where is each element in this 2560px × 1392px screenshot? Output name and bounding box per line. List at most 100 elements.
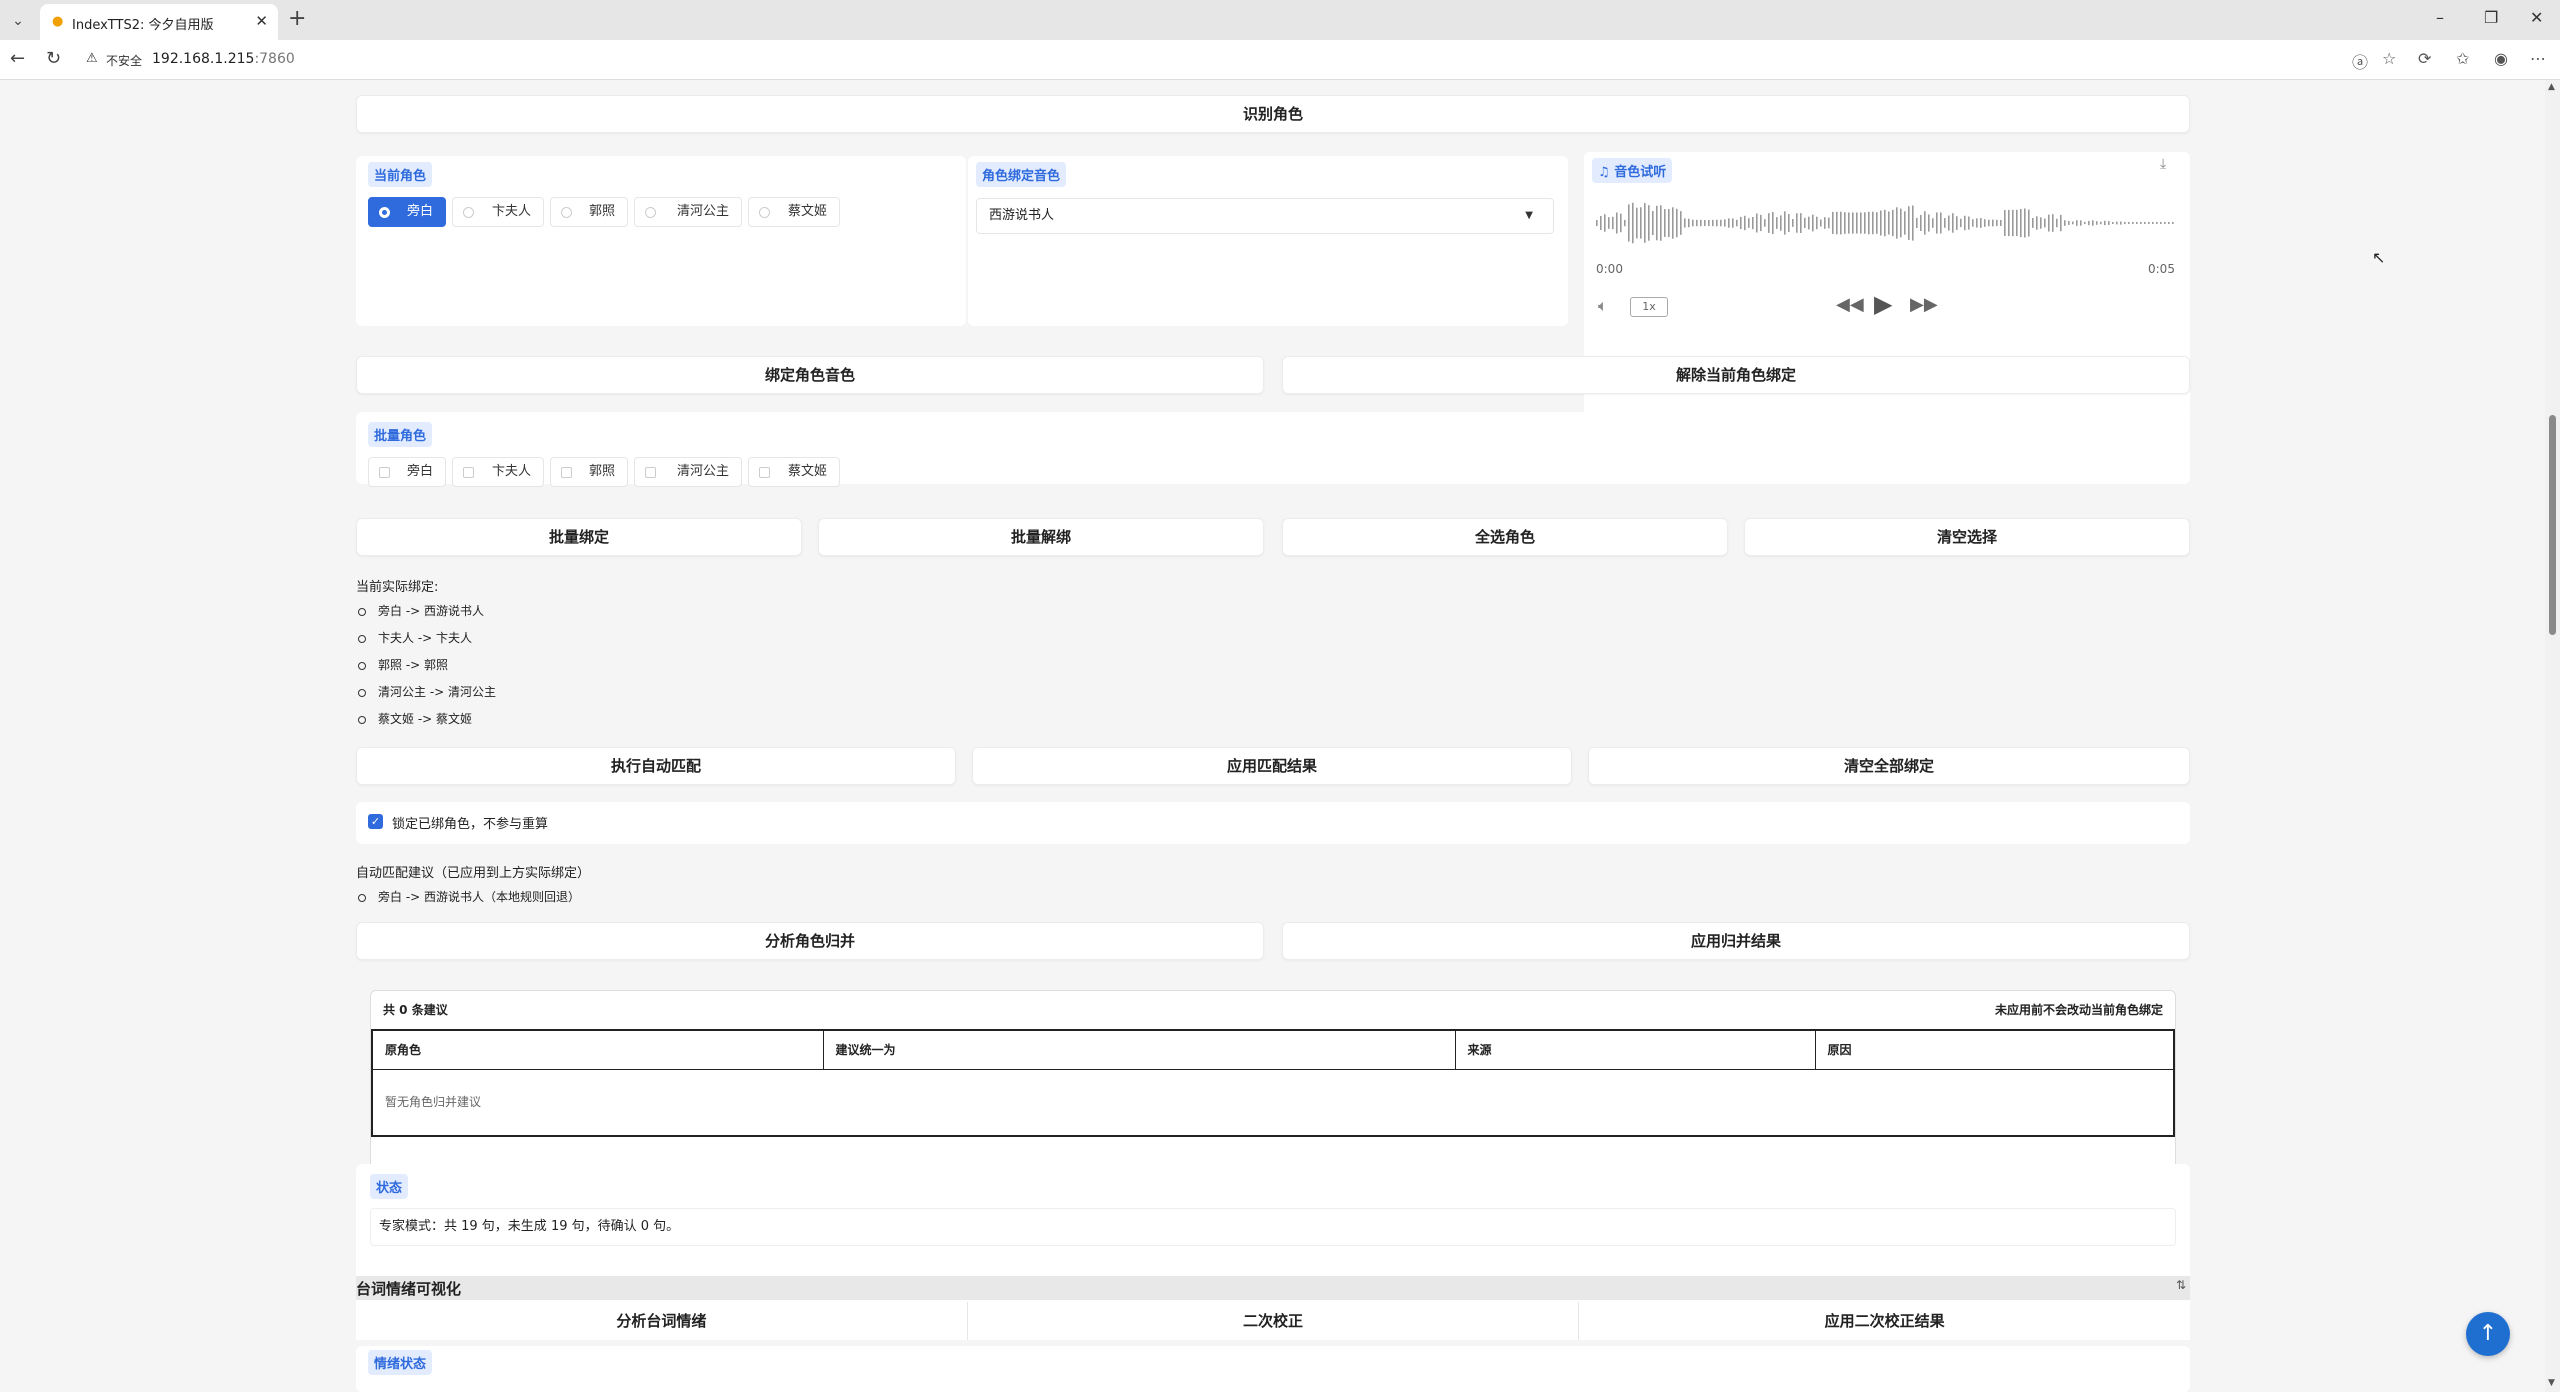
waveform-bar [1604, 214, 1606, 232]
waveform-bar [1856, 212, 1858, 234]
profile-avatar-icon[interactable]: ◉ [2494, 49, 2508, 68]
favorites-icon[interactable]: ✩ [2456, 49, 2469, 68]
audio-waveform[interactable] [1596, 198, 2176, 248]
emotion-section-header[interactable]: 台词情绪可视化 ⇅ [356, 1276, 2190, 1300]
waveform-bar [1960, 218, 1962, 228]
playback-speed-button[interactable]: 1x [1630, 297, 1668, 317]
waveform-bar [1828, 217, 1830, 229]
waveform-bar [1740, 216, 1742, 229]
minimize-icon[interactable]: – [2436, 8, 2444, 27]
batch-role-1[interactable]: 卞夫人 [452, 457, 544, 487]
column-header[interactable]: 来源 [1455, 1031, 1816, 1070]
batch-bind-button[interactable]: 批量绑定 [356, 518, 802, 556]
apply-merge-button[interactable]: 应用归并结果 [1282, 922, 2190, 960]
role-option-4[interactable]: 蔡文姬 [748, 197, 840, 227]
waveform-bar [1892, 209, 1894, 237]
volume-icon[interactable]: 🔈︎ [1598, 296, 1608, 316]
collapse-toggle-icon[interactable]: ⇅ [2176, 1278, 2186, 1292]
new-tab-icon[interactable]: + [288, 6, 306, 31]
window-close-icon[interactable]: ✕ [2530, 8, 2543, 27]
extensions-icon[interactable]: ⟳ [2418, 49, 2431, 68]
current-role-label: 当前角色 [368, 162, 433, 187]
waveform-bar [2140, 222, 2142, 224]
audio-preview-label: ♫ 音色试听 [1592, 158, 1673, 183]
column-header[interactable]: 原因 [1815, 1031, 2173, 1070]
role-option-1[interactable]: 卞夫人 [452, 197, 544, 227]
role-option-0[interactable]: 旁白 [368, 197, 446, 227]
waveform-bar [2160, 222, 2162, 224]
waveform-bar [2032, 218, 2034, 228]
clear-all-bindings-button[interactable]: 清空全部绑定 [1588, 747, 2190, 785]
role-option-3[interactable]: 清河公主 [634, 197, 742, 227]
page-content: 识别角色 当前角色 旁白 卞夫人 郭照 清河公主 蔡文姬 角色绑定音色 西游说书… [0, 80, 2545, 1392]
auto-suggest-list: 旁白 -> 西游说书人（本地规则回退） [356, 884, 580, 911]
page-scrollbar[interactable]: ▲ ▼ [2545, 80, 2560, 1392]
batch-role-0[interactable]: 旁白 [368, 457, 446, 487]
waveform-bar [1788, 214, 1790, 232]
role-option-2[interactable]: 郭照 [550, 197, 628, 227]
restore-icon[interactable]: ❐ [2484, 8, 2498, 27]
back-to-top-button[interactable]: ↑ [2466, 1312, 2510, 1356]
waveform-bar [2156, 222, 2158, 224]
waveform-bar [1984, 219, 1986, 227]
browser-tab[interactable]: ● IndexTTS2: 今夕自用版 ✕ [40, 4, 278, 40]
analyze-merge-button[interactable]: 分析角色归并 [356, 922, 1264, 960]
waveform-bar [1660, 205, 1662, 241]
waveform-bar [1644, 203, 1646, 243]
list-item: 蔡文姬 -> 蔡文姬 [356, 706, 496, 733]
radio-icon [645, 207, 656, 218]
batch-unbind-button[interactable]: 批量解绑 [818, 518, 1264, 556]
waveform-bar [2148, 222, 2150, 224]
scroll-down-icon[interactable]: ▼ [2548, 1378, 2555, 1388]
bound-voice-select[interactable]: 西游说书人 ▼ [976, 198, 1554, 234]
fast-forward-icon[interactable]: ▶▶ [1910, 294, 1938, 315]
address-bar[interactable]: ⚠ 不安全 192.168.1.215:7860 [78, 46, 2378, 74]
radio-icon [759, 207, 770, 218]
waveform-bar [2144, 222, 2146, 224]
tab-list-chevron-icon[interactable]: ⌄ [6, 10, 30, 32]
scroll-up-icon[interactable]: ▲ [2548, 82, 2555, 92]
waveform-bar [1940, 212, 1942, 234]
identify-roles-button[interactable]: 识别角色 [356, 95, 2190, 133]
status-label: 状态 [370, 1174, 409, 1199]
merge-count: 共 0 条建议 [383, 1003, 448, 1017]
waveform-bar [1652, 211, 1654, 235]
select-all-roles-button[interactable]: 全选角色 [1282, 518, 1728, 556]
column-header[interactable]: 建议统一为 [823, 1031, 1456, 1070]
more-menu-icon[interactable]: ⋯ [2530, 49, 2546, 68]
unbind-current-button[interactable]: 解除当前角色绑定 [1282, 356, 2190, 394]
star-icon[interactable]: ☆ [2382, 49, 2396, 68]
reload-icon[interactable]: ↻ [46, 48, 61, 69]
scrollbar-thumb[interactable] [2549, 415, 2556, 635]
tab-title: IndexTTS2: 今夕自用版 [72, 18, 214, 33]
download-icon[interactable]: ⤓ [2160, 156, 2166, 172]
play-icon[interactable]: ▶ [1874, 290, 1892, 318]
waveform-bar [2068, 221, 2070, 225]
analyze-emotion-button[interactable]: 分析台词情绪 [356, 1302, 968, 1340]
apply-correction-button[interactable]: 应用二次校正结果 [1579, 1302, 2190, 1340]
batch-role-3[interactable]: 清河公主 [634, 457, 742, 487]
tab-close-icon[interactable]: ✕ [255, 12, 268, 30]
waveform-bar [1704, 220, 1706, 226]
list-item: 郭照 -> 郭照 [356, 652, 496, 679]
waveform-bar [1872, 211, 1874, 235]
waveform-bar [1944, 218, 1946, 228]
waveform-bar [1716, 219, 1718, 227]
waveform-bar [2076, 220, 2078, 226]
apply-match-button[interactable]: 应用匹配结果 [972, 747, 1572, 785]
batch-role-2[interactable]: 郭照 [550, 457, 628, 487]
rewind-icon[interactable]: ◀◀ [1836, 294, 1864, 315]
waveform-bar [2080, 220, 2082, 226]
column-header[interactable]: 原角色 [373, 1031, 824, 1070]
waveform-bar [2056, 218, 2058, 228]
lock-checkbox[interactable]: ✓ [368, 814, 383, 829]
back-arrow-icon[interactable]: ← [10, 48, 25, 69]
clear-selection-button[interactable]: 清空选择 [1744, 518, 2190, 556]
bind-voice-button[interactable]: 绑定角色音色 [356, 356, 1264, 394]
translate-icon[interactable]: ⓐ [2352, 49, 2368, 73]
second-correction-button[interactable]: 二次校正 [968, 1302, 1580, 1340]
auto-match-button[interactable]: 执行自动匹配 [356, 747, 956, 785]
waveform-bar [1860, 212, 1862, 234]
waveform-bar [1752, 217, 1754, 230]
batch-role-4[interactable]: 蔡文姬 [748, 457, 840, 487]
